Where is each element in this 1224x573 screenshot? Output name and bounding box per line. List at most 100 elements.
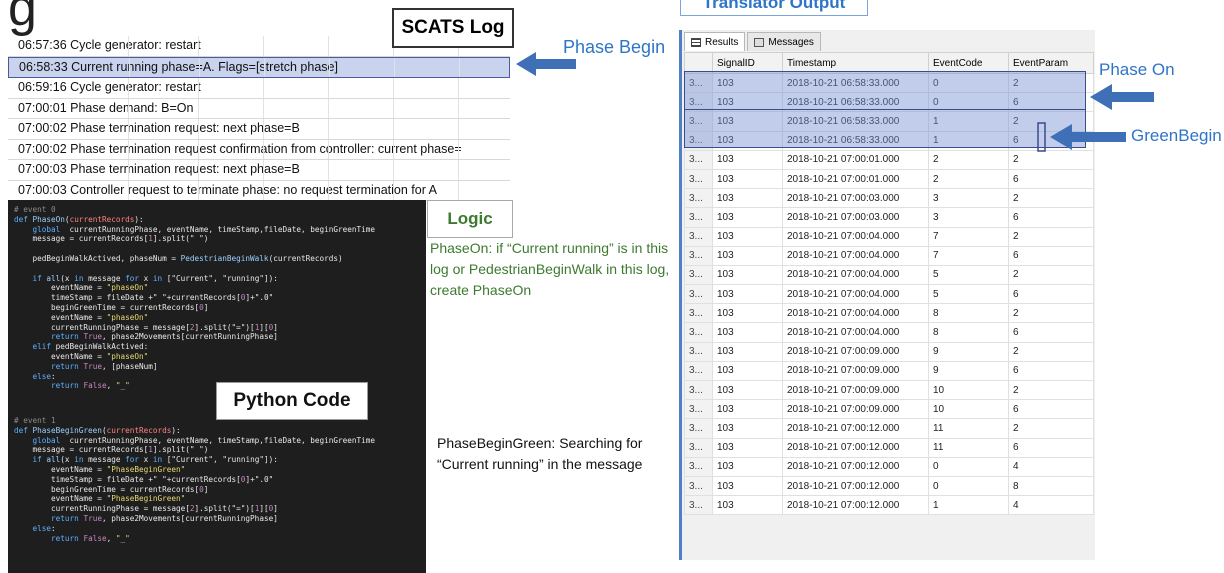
code-token: (x [60,273,75,283]
code-token: (currentRecords) [268,253,343,263]
table-row[interactable]: 3... 103 2018-10-21 07:00:04.000 8 2 [684,303,1094,324]
code-token: beginGreenTime = currentRecords[ [14,302,200,312]
row-header-cell: 3... [684,284,713,305]
table-cell: 2018-10-21 07:00:09.000 [782,379,929,401]
table-row[interactable]: 3... 103 2018-10-21 07:00:04.000 7 2 [684,226,1094,247]
scats-log-label: SCATS Log [392,8,514,48]
code-line: timeStamp = fileDate +" "+currentRecords… [14,475,420,485]
table-cell: 2 [1008,264,1094,286]
scats-log-row: 06:59:16 Cycle generator: restart [8,78,510,99]
table-row[interactable]: 3... 103 2018-10-21 07:00:12.000 0 4 [684,456,1094,477]
phase-begin-arrow-icon [516,52,576,76]
table-row[interactable]: 3... 103 2018-10-21 07:00:09.000 9 2 [684,341,1094,362]
phase-on-label: Phase On [1099,60,1175,79]
table-cell: 11 [928,418,1009,439]
tab-messages[interactable]: Messages [747,32,821,51]
table-row[interactable]: 3... 103 2018-10-21 07:00:12.000 1 4 [684,495,1094,516]
code-token: def [14,425,33,435]
table-cell: 103 [712,284,783,305]
code-line: elif pedBeginWalkActived: [14,342,420,352]
row-header-cell: 3... [684,495,713,516]
log-gridline [458,160,459,180]
phase-on-highlight [684,71,1086,110]
table-cell: 103 [712,360,783,382]
code-token: ].split("=")[ [194,322,255,332]
table-cell: 10 [928,379,1009,401]
log-gridline [459,57,460,77]
log-gridline [393,160,394,180]
code-token: True [83,332,102,342]
table-cell: 6 [1008,399,1094,420]
table-cell: 7 [928,226,1009,247]
code-token: False [83,533,107,543]
log-gridline [263,98,264,118]
table-row[interactable]: 3... 103 2018-10-21 07:00:03.000 3 6 [684,207,1094,228]
log-gridline [328,98,329,118]
log-gridline [198,180,199,200]
table-row[interactable]: 3... 103 2018-10-21 07:00:01.000 2 2 [684,149,1094,170]
table-cell: 103 [712,245,783,266]
table-row[interactable]: 3... 103 2018-10-21 07:00:09.000 10 2 [684,379,1094,401]
code-token: ] [203,302,209,312]
log-gridline [263,160,264,180]
code-token: message = currentRecords[ [14,234,149,244]
code-token: ): [134,214,144,224]
log-gridline [393,78,394,98]
log-gridline [129,57,130,77]
log-gridline [263,36,264,56]
table-cell: 8 [928,303,1009,324]
table-cell: 6 [1008,207,1094,228]
logic-description: PhaseOn: if “Current running” is in this… [430,240,670,298]
table-cell: 4 [1008,456,1094,477]
table-row[interactable]: 3... 103 2018-10-21 07:00:09.000 9 6 [684,360,1094,382]
table-row[interactable]: 3... 103 2018-10-21 07:00:04.000 7 6 [684,245,1094,266]
table-cell: 2018-10-21 07:00:01.000 [782,168,929,190]
log-gridline [128,180,129,200]
table-row[interactable]: 3... 103 2018-10-21 07:00:12.000 11 2 [684,418,1094,439]
table-cell: 2 [928,168,1009,190]
code-line: eventName = "PhaseBeginGreen" [14,494,420,504]
table-cell: 6 [1008,360,1094,382]
table-cell: 2018-10-21 07:00:03.000 [782,188,929,209]
code-line: return True, [phaseNum] [14,362,420,372]
table-row[interactable]: 3... 103 2018-10-21 07:00:04.000 8 6 [684,322,1094,343]
code-token: : [51,371,56,381]
row-header-cell: 3... [684,379,713,401]
table-row[interactable]: 3... 103 2018-10-21 07:00:12.000 11 6 [684,437,1094,458]
table-row[interactable]: 3... 103 2018-10-21 07:00:12.000 0 8 [684,475,1094,497]
table-cell: 4 [1008,495,1094,516]
table-cell: 2 [1008,341,1094,362]
table-row[interactable]: 3... 103 2018-10-21 07:00:03.000 3 2 [684,188,1094,209]
code-token: "phaseOn" [106,283,149,293]
scats-log-row: 07:00:03 Controller request to terminate… [8,180,510,201]
scats-log-row: 07:00:01 Phase demand: B=On [8,98,510,119]
slide-title-fragment: g [8,0,37,37]
code-token: currentRecords [69,214,135,224]
table-row[interactable]: 3... 103 2018-10-21 07:00:04.000 5 6 [684,284,1094,305]
row-header-cell: 3... [684,475,713,497]
code-token: global [32,435,65,445]
code-token: ] [273,322,278,332]
code-token: ): [171,425,181,435]
code-line: else: [14,524,420,534]
table-row[interactable]: 3... 103 2018-10-21 07:00:09.000 10 6 [684,399,1094,420]
code-line: global currentRunningPhase, eventName, t… [14,225,420,235]
table-cell: 0 [928,456,1009,477]
tab-results[interactable]: Results [684,32,746,51]
row-header-cell: 3... [684,303,713,324]
scats-log-row-highlighted: 06:58:33 Current running phase=A. Flags=… [8,56,510,78]
table-row[interactable]: 3... 103 2018-10-21 07:00:01.000 2 6 [684,168,1094,190]
log-gridline [328,160,329,180]
code-token: if [32,455,47,465]
code-token: timeStamp = fileDate +" "+currentRecords… [14,293,241,303]
table-row[interactable]: 3... 103 2018-10-21 07:00:04.000 5 2 [684,264,1094,286]
translator-output-label: Translator Output [680,0,868,16]
code-token: currentRecords [106,425,172,435]
code-line: return False, "_" [14,534,420,544]
table-cell: 2018-10-21 07:00:12.000 [782,456,929,477]
scats-log-table: 06:57:36 Cycle generator: restart 06:58:3… [8,36,510,201]
code-token: ].split(" ") [152,445,209,455]
code-token: eventName = [14,351,107,361]
log-gridline [458,119,459,139]
